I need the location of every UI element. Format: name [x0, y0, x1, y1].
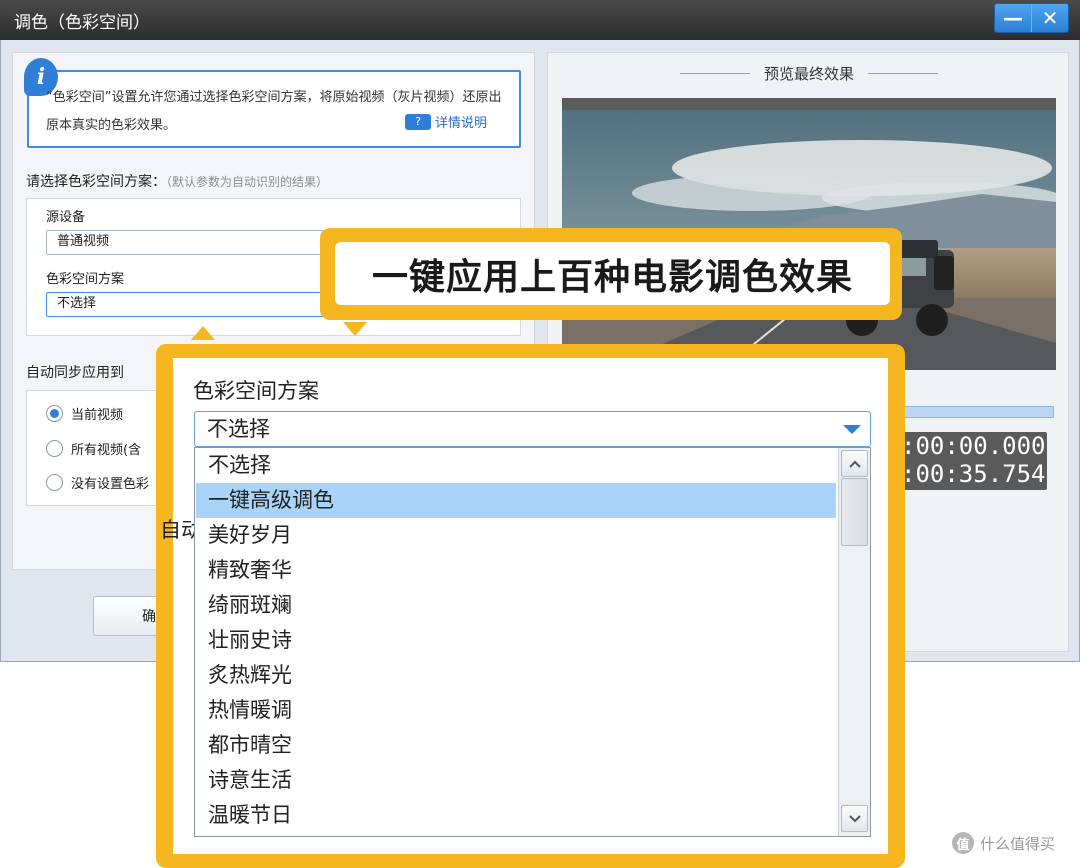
- watermark: 值 什么值得买: [952, 832, 1055, 854]
- dropdown-option[interactable]: 精致奢华: [196, 553, 836, 588]
- help-icon: ?: [405, 113, 431, 130]
- timecode-display: :00:00.000 :00:35.754: [895, 432, 1047, 490]
- callout-text: 一键应用上百种电影调色效果: [335, 242, 890, 305]
- scroll-down-icon[interactable]: [841, 805, 868, 832]
- details-link-label: 详情说明: [435, 116, 488, 131]
- scheme-hint: （默认参数为自动识别的结果）: [166, 175, 329, 189]
- callout-pointer-down: [343, 322, 367, 336]
- watermark-text: 什么值得买: [980, 834, 1056, 853]
- dropdown-option[interactable]: 诗意生活: [196, 763, 836, 798]
- sync-option-label: 没有设置色彩: [71, 477, 150, 492]
- dropdown-option-highlighted[interactable]: 一键高级调色: [196, 483, 836, 518]
- total-time: :00:35.754: [901, 460, 1046, 488]
- zoom-color-scheme-label: 色彩空间方案: [193, 379, 319, 403]
- radio-all[interactable]: [46, 440, 63, 457]
- chevron-down-icon[interactable]: [843, 425, 861, 434]
- minimize-button[interactable]: —: [995, 4, 1031, 32]
- preview-title-text: 预览最终效果: [764, 65, 855, 83]
- sync-option-unset[interactable]: 没有设置色彩: [46, 473, 149, 492]
- playback-progress[interactable]: [890, 406, 1054, 418]
- dropdown-option[interactable]: 热情暖调: [196, 693, 836, 728]
- scrollbar-thumb[interactable]: [841, 478, 868, 546]
- sync-option-label: 所有视频(含: [71, 443, 142, 458]
- color-scheme-label: 色彩空间方案: [46, 272, 125, 287]
- dropdown-scrollbar[interactable]: [838, 448, 870, 836]
- callout-pointer-up: [191, 326, 215, 340]
- color-scheme-select[interactable]: 不选择: [46, 292, 336, 317]
- title-bar: [0, 0, 1080, 40]
- divider: [868, 73, 939, 74]
- dropdown-option[interactable]: 美好岁月: [196, 518, 836, 553]
- dropdown-option[interactable]: 绮丽斑斓: [196, 588, 836, 623]
- radio-current[interactable]: [46, 405, 63, 422]
- window-controls: — ✕: [994, 3, 1069, 33]
- sync-option-label: 当前视频: [71, 408, 124, 423]
- dropdown-option[interactable]: 不选择: [196, 448, 836, 483]
- color-scheme-dropdown-list: 不选择 一键高级调色 美好岁月 精致奢华 绮丽斑斓 壮丽史诗 炙热辉光 热情暖调…: [194, 447, 871, 837]
- divider: [680, 73, 750, 74]
- sync-option-current[interactable]: 当前视频: [46, 404, 123, 423]
- dropdown-option[interactable]: 炙热辉光: [196, 658, 836, 693]
- sync-option-all[interactable]: 所有视频(含: [46, 439, 141, 458]
- window-title: 调色（色彩空间）: [14, 13, 150, 33]
- scroll-up-icon[interactable]: [841, 450, 868, 477]
- details-link[interactable]: ? 详情说明: [405, 112, 487, 131]
- radio-unset[interactable]: [46, 474, 63, 491]
- dropdown-option[interactable]: 壮丽史诗: [196, 623, 836, 658]
- close-button[interactable]: ✕: [1031, 4, 1068, 32]
- dropdown-option[interactable]: 都市晴空: [196, 728, 836, 763]
- scheme-heading: 请选择色彩空间方案：（默认参数为自动识别的结果）: [26, 171, 328, 191]
- zoom-color-scheme-select[interactable]: 不选择: [194, 411, 871, 447]
- source-device-select[interactable]: 普通视频: [46, 230, 336, 255]
- sync-heading: 自动同步应用到: [26, 365, 124, 381]
- preview-title: 预览最终效果: [680, 63, 939, 84]
- scheme-heading-text: 请选择色彩空间方案：: [26, 174, 166, 190]
- current-time: :00:00.000: [901, 432, 1046, 460]
- dropdown-option[interactable]: 温暖节日: [196, 798, 836, 833]
- watermark-logo-icon: 值: [952, 832, 974, 854]
- source-device-label: 源设备: [46, 210, 86, 225]
